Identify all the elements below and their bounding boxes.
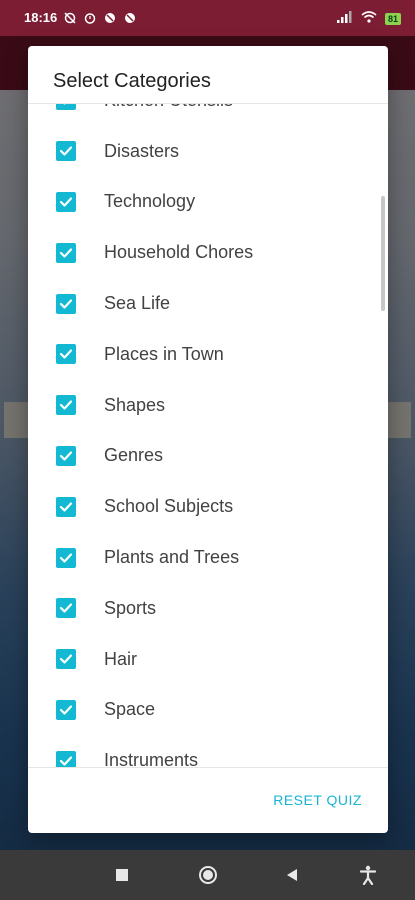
status-time: 18:16 [24, 10, 58, 25]
accessibility-icon[interactable] [356, 863, 380, 887]
category-item[interactable]: Household Chores [28, 227, 388, 278]
category-checkbox[interactable] [56, 293, 76, 314]
category-label: Household Chores [104, 242, 254, 263]
category-item[interactable]: Kitchen Utensils [28, 104, 388, 126]
category-item[interactable]: Hair [28, 634, 388, 685]
divider [28, 767, 388, 768]
category-list[interactable]: Kitchen Utensils Disasters Technology House… [28, 104, 388, 767]
home-circle-icon[interactable] [196, 863, 220, 887]
category-list-inner: Kitchen Utensils Disasters Technology House… [28, 104, 388, 767]
category-label: Sea Life [104, 293, 171, 314]
category-item[interactable]: Technology [28, 177, 388, 228]
category-label: School Subjects [104, 496, 234, 517]
category-label: Genres [104, 445, 164, 466]
category-item[interactable]: Sea Life [28, 278, 388, 329]
category-item[interactable]: Disasters [28, 126, 388, 177]
blocked-app-icon [103, 11, 117, 25]
category-label: Sports [104, 597, 157, 618]
category-label: Hair [104, 648, 138, 669]
category-checkbox[interactable] [56, 649, 76, 670]
status-right: 81 [336, 10, 401, 28]
back-triangle-icon[interactable] [280, 863, 304, 887]
category-label: Kitchen Utensils [104, 104, 233, 111]
category-checkbox[interactable] [56, 750, 76, 767]
category-item[interactable]: Shapes [28, 380, 388, 431]
category-checkbox[interactable] [56, 395, 76, 416]
notification-off-icon [63, 11, 77, 25]
category-item[interactable]: Genres [28, 431, 388, 482]
reset-quiz-button[interactable]: RESET QUIZ [273, 792, 362, 808]
category-item[interactable]: Space [28, 685, 388, 736]
recents-square-icon[interactable] [110, 863, 134, 887]
category-label: Disasters [104, 140, 180, 161]
battery-icon: 81 [384, 13, 401, 25]
blocked-app-icon-2 [123, 11, 137, 25]
category-label: Technology [104, 191, 196, 212]
category-item[interactable]: School Subjects [28, 481, 388, 532]
category-checkbox[interactable] [56, 598, 76, 619]
category-checkbox[interactable] [56, 344, 76, 365]
status-bar: 18:16 81 [0, 0, 415, 36]
scrollbar[interactable] [381, 196, 385, 311]
category-item[interactable]: Sports [28, 583, 388, 634]
category-checkbox[interactable] [56, 141, 76, 162]
wifi-icon [361, 10, 377, 28]
category-label: Instruments [104, 750, 199, 767]
category-item[interactable]: Instruments [28, 735, 388, 767]
alarm-icon [83, 11, 97, 25]
navigation-bar [0, 850, 415, 900]
category-checkbox[interactable] [56, 104, 76, 111]
category-checkbox[interactable] [56, 496, 76, 517]
category-label: Places in Town [104, 343, 224, 364]
category-label: Shapes [104, 394, 166, 415]
category-item[interactable]: Places in Town [28, 329, 388, 380]
category-item[interactable]: Plants and Trees [28, 532, 388, 583]
category-checkbox[interactable] [56, 191, 76, 212]
select-categories-dialog: Select Categories Kitchen Utensils Disast… [28, 46, 388, 833]
category-checkbox[interactable] [56, 242, 76, 263]
category-label: Plants and Trees [104, 547, 240, 568]
status-left: 18:16 [24, 10, 137, 25]
category-label: Space [104, 699, 156, 720]
category-checkbox[interactable] [56, 547, 76, 568]
dialog-title: Select Categories [53, 70, 211, 92]
category-checkbox[interactable] [56, 445, 76, 466]
signal-icon [336, 10, 353, 28]
category-checkbox[interactable] [56, 699, 76, 720]
